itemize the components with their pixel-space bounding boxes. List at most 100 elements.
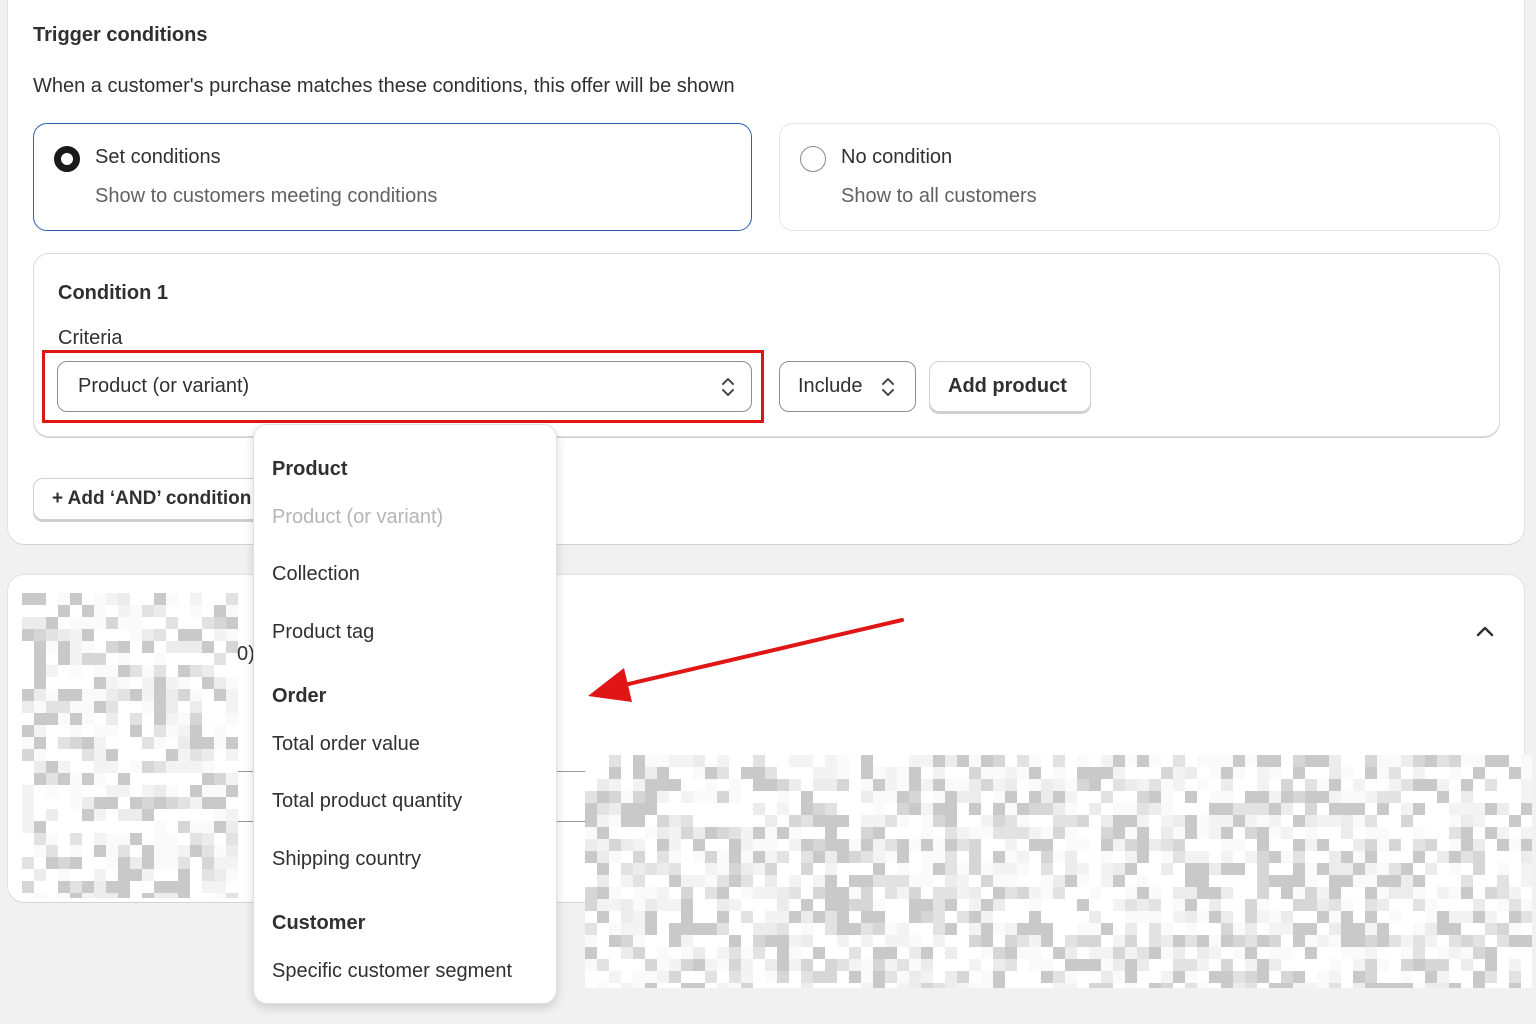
- redacted-pixel: [1425, 887, 1437, 899]
- redacted-pixel: [609, 935, 621, 947]
- redacted-pixel: [1029, 851, 1041, 863]
- redacted-pixel: [118, 797, 130, 809]
- redacted-pixel: [1209, 911, 1221, 923]
- redacted-pixel: [1353, 755, 1365, 767]
- redacted-pixel: [166, 809, 178, 821]
- redacted-pixel: [885, 887, 897, 899]
- dropdown-item-collection[interactable]: Collection: [272, 563, 360, 586]
- dropdown-item-product-variant: Product (or variant): [272, 506, 444, 528]
- redacted-pixel: [1161, 875, 1173, 887]
- redacted-pixel: [873, 803, 885, 815]
- redacted-pixel: [1365, 959, 1377, 971]
- redacted-pixel: [1485, 899, 1497, 911]
- redacted-pixel: [1449, 851, 1461, 863]
- redacted-pixel: [669, 947, 681, 959]
- redacted-pixel: [1449, 971, 1461, 983]
- redacted-pixel: [118, 845, 130, 857]
- redacted-pixel: [729, 839, 741, 851]
- redacted-pixel: [1473, 803, 1485, 815]
- redacted-pixel: [597, 839, 609, 851]
- redacted-pixel: [130, 809, 142, 821]
- redacted-pixel: [669, 971, 681, 983]
- redacted-pixel: [645, 779, 657, 791]
- redacted-pixel: [897, 779, 909, 791]
- redacted-pixel: [909, 803, 921, 815]
- redacted-pixel: [921, 779, 933, 791]
- redacted-pixel: [130, 833, 142, 845]
- redacted-pixel: [1041, 971, 1053, 983]
- redacted-pixel: [1029, 887, 1041, 899]
- redacted-pixel: [1293, 815, 1305, 827]
- redacted-pixel: [969, 923, 981, 935]
- redacted-pixel: [1233, 923, 1245, 935]
- redacted-pixel: [1341, 827, 1353, 839]
- redacted-pixel: [94, 665, 106, 677]
- redacted-pixel: [969, 983, 981, 988]
- redacted-pixel: [214, 881, 226, 893]
- redacted-pixel: [226, 749, 238, 761]
- redacted-pixel: [1053, 755, 1065, 767]
- redacted-pixel: [106, 737, 118, 749]
- redacted-pixel: [34, 833, 46, 845]
- radio-unselected-icon[interactable]: [800, 146, 826, 172]
- redacted-pixel: [1209, 779, 1221, 791]
- redacted-pixel: [621, 791, 633, 803]
- redacted-pixel: [1137, 755, 1149, 767]
- redacted-pixel: [1461, 803, 1473, 815]
- redacted-pixel: [981, 767, 993, 779]
- redacted-pixel: [981, 971, 993, 983]
- redacted-pixel: [945, 779, 957, 791]
- dropdown-item-total-order-value[interactable]: Total order value: [272, 733, 420, 756]
- no-condition-option[interactable]: No condition Show to all customers: [779, 123, 1500, 231]
- redacted-pixel: [70, 833, 82, 845]
- redacted-pixel: [1029, 923, 1041, 935]
- dropdown-item-shipping-country[interactable]: Shipping country: [272, 848, 421, 871]
- redacted-pixel: [1005, 923, 1017, 935]
- redacted-pixel: [22, 893, 34, 898]
- redacted-pixel: [214, 773, 226, 785]
- radio-selected-icon[interactable]: [54, 146, 80, 172]
- redacted-pixel: [154, 809, 166, 821]
- redacted-pixel: [1029, 959, 1041, 971]
- redacted-pixel: [597, 779, 609, 791]
- redacted-pixel: [945, 839, 957, 851]
- redacted-pixel: [178, 689, 190, 701]
- redacted-pixel: [1161, 851, 1173, 863]
- dropdown-item-total-product-quantity[interactable]: Total product quantity: [272, 790, 462, 813]
- include-select[interactable]: Include: [779, 361, 916, 412]
- chevron-up-icon[interactable]: [1474, 623, 1496, 639]
- criteria-select[interactable]: Product (or variant): [57, 361, 752, 412]
- dropdown-item-customer-segment[interactable]: Specific customer segment: [272, 960, 512, 983]
- redacted-pixel: [94, 689, 106, 701]
- redacted-pixel: [765, 959, 777, 971]
- dropdown-item-product-tag[interactable]: Product tag: [272, 621, 374, 644]
- redacted-pixel: [34, 593, 46, 605]
- redacted-pixel: [1101, 815, 1113, 827]
- add-product-button[interactable]: Add product: [929, 361, 1091, 412]
- redacted-pixel: [1185, 803, 1197, 815]
- redacted-pixel: [82, 881, 94, 893]
- redacted-pixel: [118, 665, 130, 677]
- redacted-pixel: [1113, 935, 1125, 947]
- redacted-pixel: [1029, 947, 1041, 959]
- redacted-pixel: [1221, 815, 1233, 827]
- redacted-pixel: [825, 911, 837, 923]
- redacted-pixel: [82, 785, 94, 797]
- redacted-pixel: [1365, 755, 1377, 767]
- redacted-pixel: [777, 803, 789, 815]
- redacted-pixel: [1257, 755, 1269, 767]
- redacted-pixel: [1389, 887, 1401, 899]
- redacted-pixel: [34, 629, 46, 641]
- redacted-pixel: [1413, 959, 1425, 971]
- redacted-pixel: [1317, 767, 1329, 779]
- redacted-pixel: [1125, 851, 1137, 863]
- redacted-pixel: [178, 605, 190, 617]
- redacted-pixel: [1065, 899, 1077, 911]
- redacted-pixel: [1149, 875, 1161, 887]
- redacted-pixel: [981, 899, 993, 911]
- set-conditions-option[interactable]: Set conditions Show to customers meeting…: [33, 123, 752, 231]
- redacted-pixel: [1329, 971, 1341, 983]
- redacted-pixel: [717, 983, 729, 988]
- redacted-pixel: [933, 875, 945, 887]
- redacted-pixel: [94, 617, 106, 629]
